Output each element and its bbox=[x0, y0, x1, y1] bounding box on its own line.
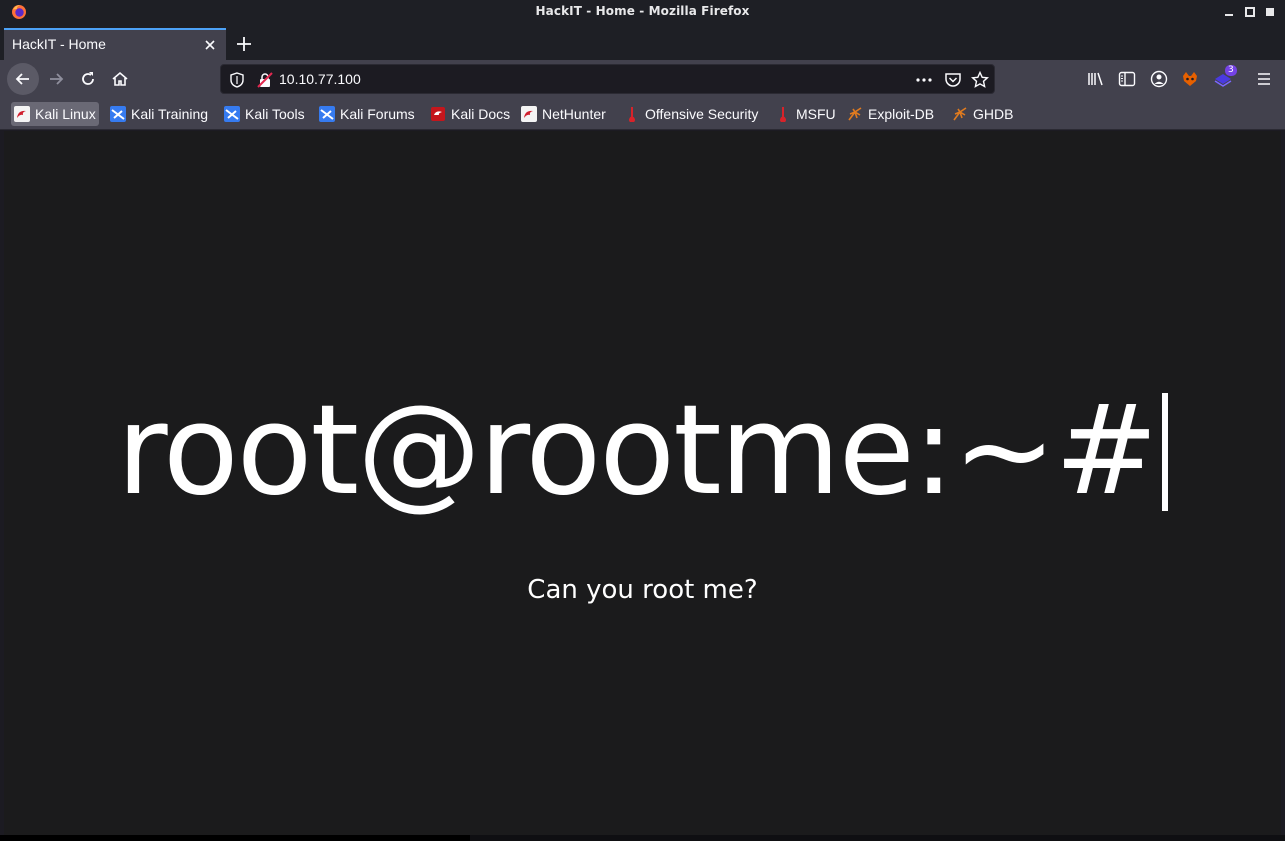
headline-text: root@rootme:~# bbox=[116, 379, 1159, 523]
page-subtitle: Can you root me? bbox=[527, 575, 758, 605]
url-text[interactable]: 10.10.77.100 bbox=[279, 71, 361, 87]
bookmark-kali-forums[interactable]: Kali Forums bbox=[316, 102, 418, 126]
insecure-lock-icon[interactable] bbox=[257, 72, 273, 88]
page-actions-icon[interactable] bbox=[915, 72, 933, 88]
arrow-left-icon bbox=[15, 73, 29, 85]
page-headline: root@rootme:~# bbox=[4, 381, 1281, 521]
foxyproxy-icon[interactable] bbox=[1181, 70, 1199, 88]
new-tab-icon[interactable] bbox=[232, 32, 256, 56]
extension-badge: 3 bbox=[1225, 65, 1237, 76]
bookmark-label: Exploit-DB bbox=[868, 106, 935, 122]
navigation-bar: 10.10.77.100 bbox=[0, 60, 1285, 98]
offsec-icon bbox=[629, 107, 635, 122]
bookmark-ghdb[interactable]: GHDB bbox=[949, 102, 1016, 126]
sidebar-icon[interactable] bbox=[1118, 70, 1136, 88]
tab-hackit-home[interactable]: HackIT - Home bbox=[4, 28, 226, 60]
home-icon bbox=[112, 71, 128, 86]
bookmark-label: Kali Tools bbox=[245, 106, 305, 122]
reload-icon bbox=[82, 72, 94, 85]
firefox-window: HackIT - Home - Mozilla Firefox HackIT -… bbox=[0, 0, 1285, 841]
page-content: root@rootme:~# Can you root me? bbox=[4, 131, 1281, 835]
arrow-right-icon bbox=[50, 73, 64, 85]
bookmark-label: Kali Training bbox=[131, 106, 209, 122]
reload-button[interactable] bbox=[72, 63, 104, 95]
kali-training-icon bbox=[110, 106, 126, 122]
bookmark-exploit-db[interactable]: Exploit-DB bbox=[844, 102, 937, 126]
title-bar: HackIT - Home - Mozilla Firefox bbox=[0, 0, 1285, 24]
tab-strip: HackIT - Home bbox=[0, 24, 1285, 60]
bookmark-label: Kali Linux bbox=[35, 106, 96, 122]
msfu-icon bbox=[780, 107, 786, 122]
close-tab-icon[interactable] bbox=[202, 37, 218, 53]
taskbar-strip bbox=[0, 835, 1285, 841]
bookmark-kali-training[interactable]: Kali Training bbox=[107, 102, 211, 126]
url-bar[interactable]: 10.10.77.100 bbox=[220, 64, 995, 94]
home-button[interactable] bbox=[104, 63, 136, 95]
maximize-icon[interactable] bbox=[1243, 5, 1257, 19]
bookmark-offensive-security[interactable]: Offensive Security bbox=[621, 102, 761, 126]
bookmarks-toolbar: Kali Linux Kali Training Kali Tools Kali… bbox=[0, 98, 1285, 130]
minimize-icon[interactable] bbox=[1222, 5, 1236, 19]
kali-dragon-icon bbox=[14, 106, 30, 122]
library-icon[interactable] bbox=[1087, 70, 1105, 88]
bookmark-label: Kali Docs bbox=[451, 106, 511, 122]
kali-forums-icon bbox=[319, 106, 335, 122]
bookmark-label: Offensive Security bbox=[645, 106, 759, 122]
tracking-shield-icon[interactable] bbox=[229, 72, 245, 88]
forward-button[interactable] bbox=[40, 63, 72, 95]
bookmark-label: GHDB bbox=[973, 106, 1014, 122]
kali-docs-icon bbox=[431, 107, 445, 121]
hamburger-menu-icon[interactable] bbox=[1255, 70, 1273, 88]
window-title: HackIT - Home - Mozilla Firefox bbox=[535, 4, 750, 18]
pocket-icon[interactable] bbox=[944, 71, 962, 89]
account-icon[interactable] bbox=[1150, 70, 1168, 88]
bookmark-label: MSFU bbox=[796, 106, 836, 122]
taskbar-segment bbox=[0, 835, 470, 841]
bookmark-label: Kali Forums bbox=[340, 106, 415, 122]
bookmark-kali-linux[interactable]: Kali Linux bbox=[11, 102, 99, 126]
tab-title: HackIT - Home bbox=[12, 36, 106, 52]
bookmark-star-icon[interactable] bbox=[971, 71, 989, 89]
bookmark-kali-docs[interactable]: Kali Docs bbox=[427, 102, 513, 126]
ghdb-icon bbox=[953, 107, 967, 121]
bookmark-label: NetHunter bbox=[542, 106, 606, 122]
kali-tools-icon bbox=[224, 106, 240, 122]
back-button[interactable] bbox=[7, 63, 39, 95]
bookmark-kali-tools[interactable]: Kali Tools bbox=[221, 102, 308, 126]
bookmark-nethunter[interactable]: NetHunter bbox=[518, 102, 609, 126]
typing-cursor bbox=[1162, 393, 1169, 511]
exploitdb-icon bbox=[848, 107, 862, 121]
close-window-icon[interactable] bbox=[1263, 5, 1277, 19]
bookmark-msfu[interactable]: MSFU bbox=[772, 102, 839, 126]
nethunter-icon bbox=[521, 106, 537, 122]
